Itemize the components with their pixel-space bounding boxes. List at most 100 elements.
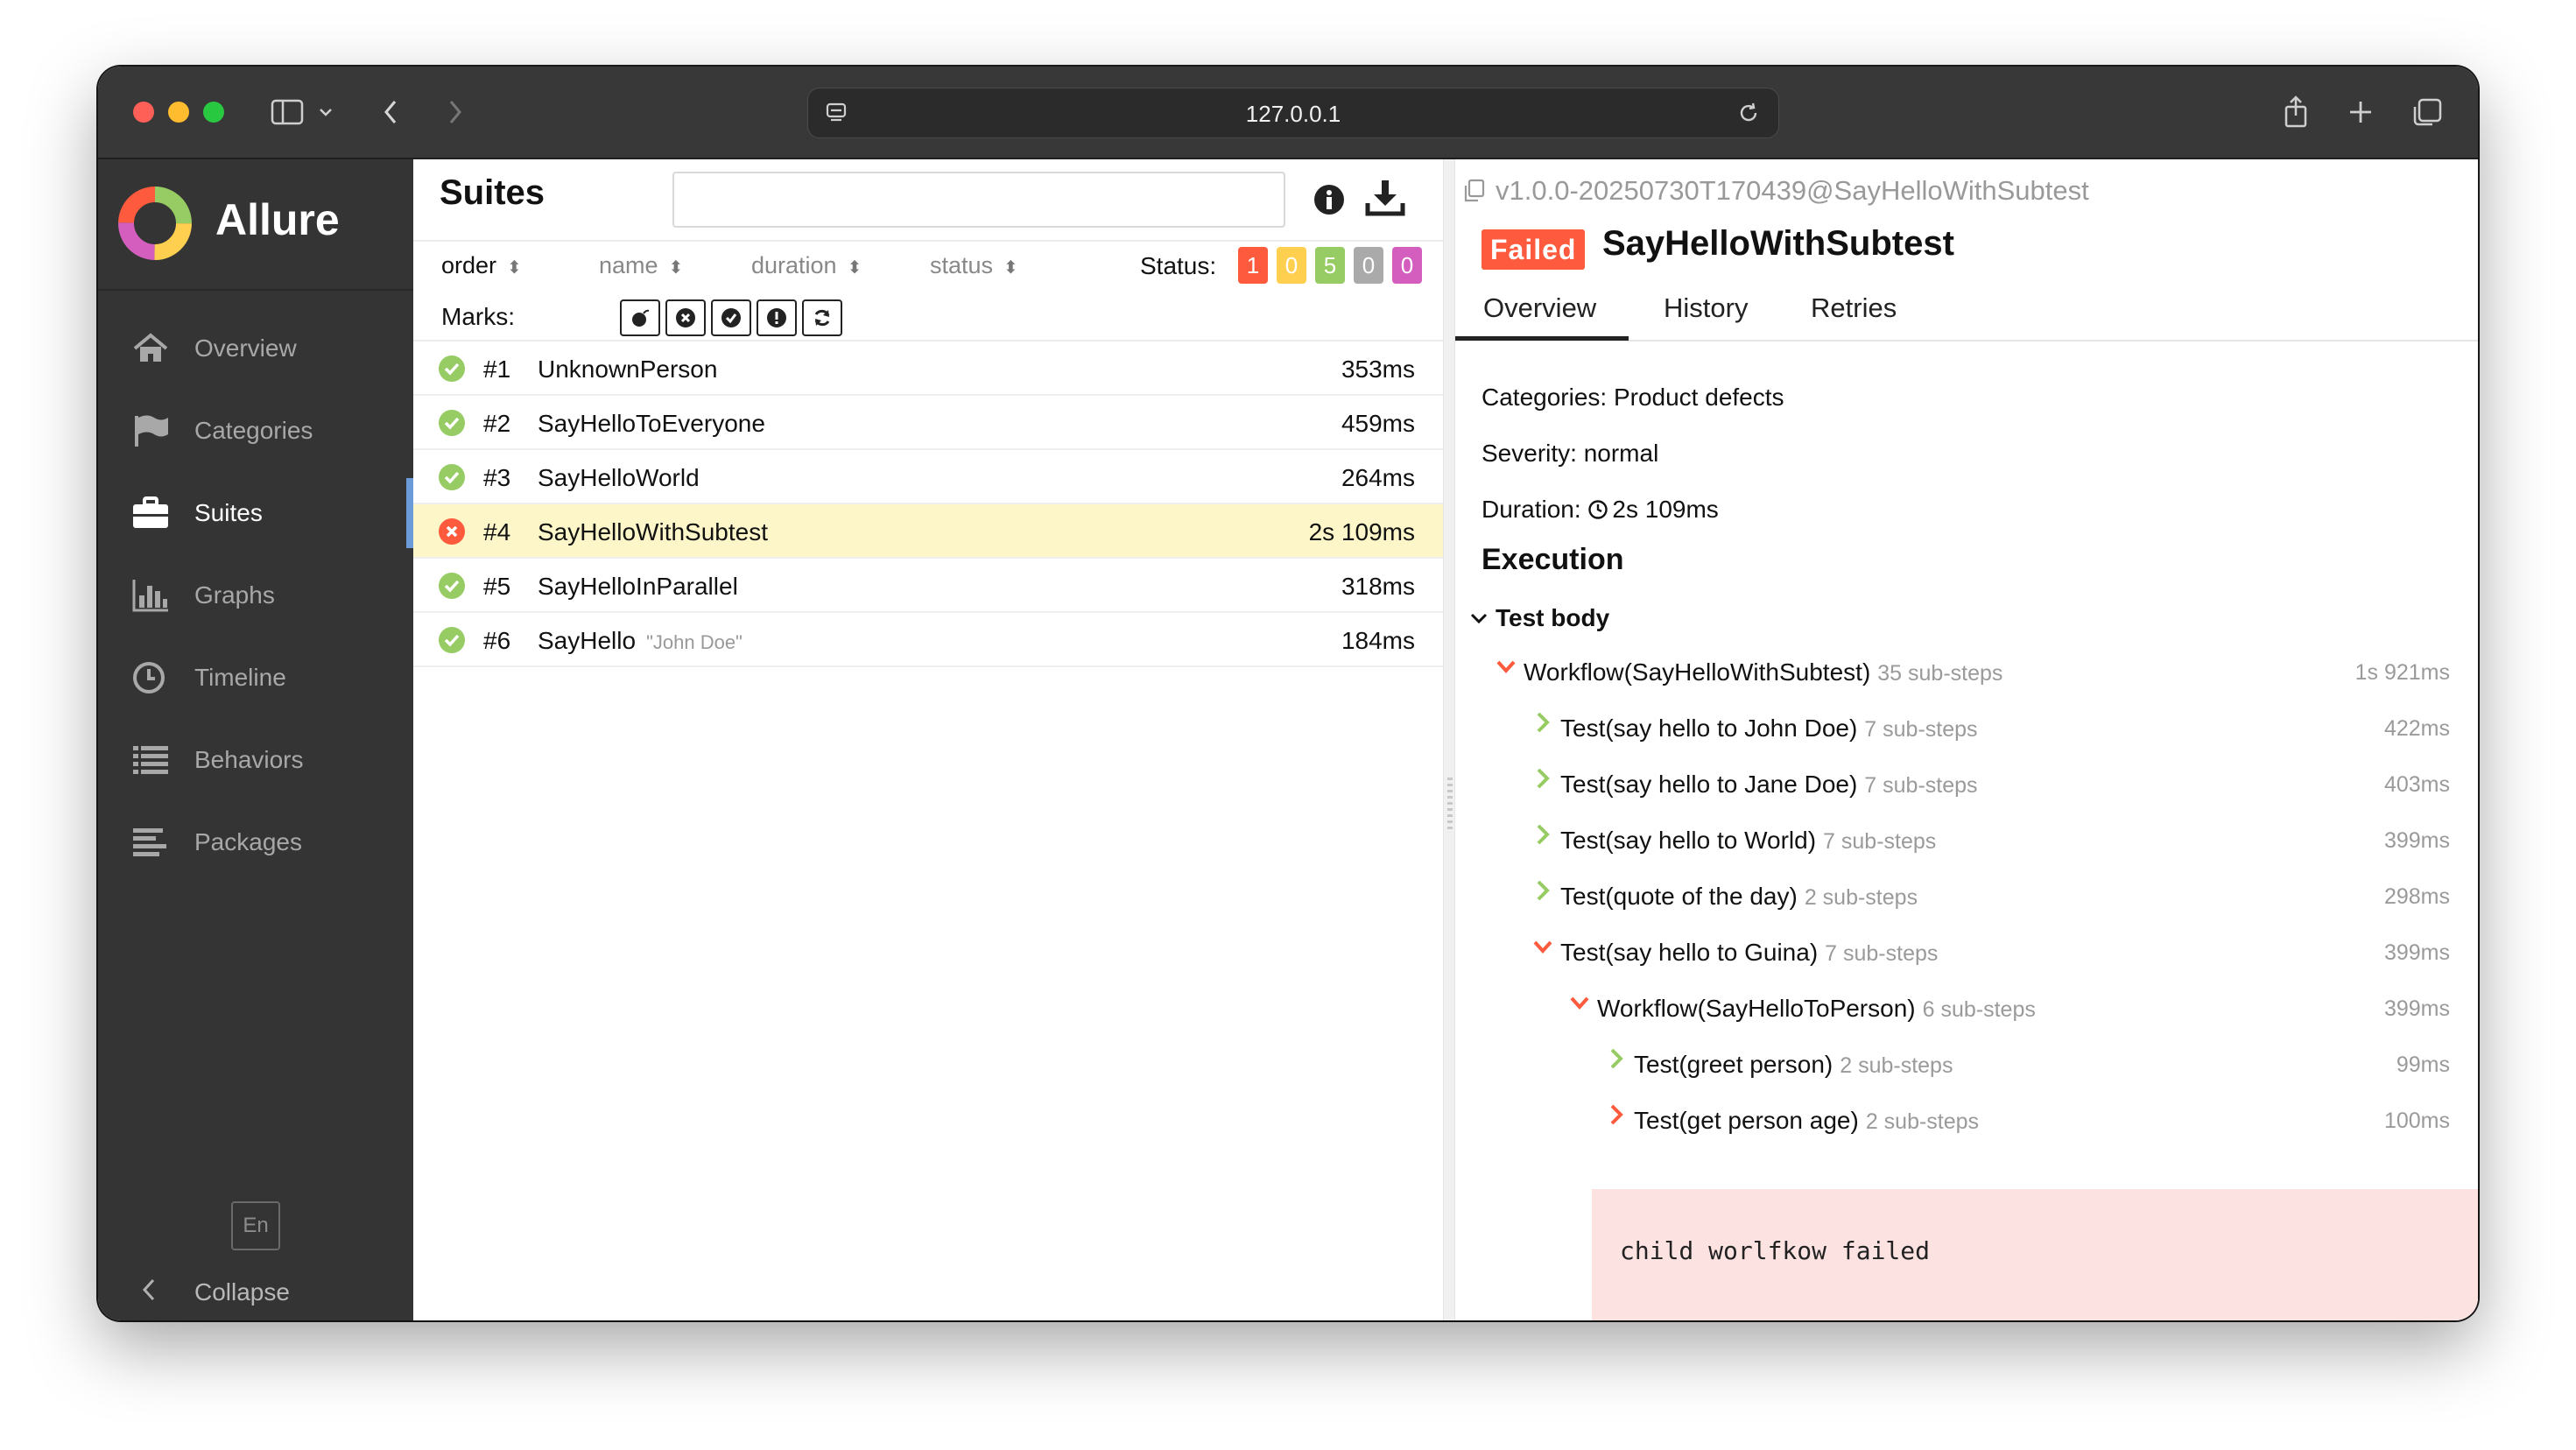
step-row[interactable]: Test(say hello to Jane Doe) 7 sub-steps 40… <box>1455 758 2478 811</box>
chevron-right-icon <box>1537 712 1550 733</box>
search-input[interactable] <box>672 172 1285 228</box>
sidebar-item-label: Overview <box>194 334 297 362</box>
reload-icon[interactable] <box>1735 99 1763 127</box>
sort-by-order[interactable]: order ⬍ <box>441 252 522 279</box>
sort-by-duration[interactable]: duration ⬍ <box>751 252 862 279</box>
sidebar-toggle-icon[interactable] <box>270 93 305 131</box>
sidebar-item-packages[interactable]: Packages <box>98 807 413 877</box>
test-row[interactable]: #3 SayHelloWorld 264ms <box>413 450 1443 504</box>
status-filter-skipped[interactable]: 0 <box>1354 247 1383 284</box>
test-number: #6 <box>483 627 511 654</box>
step-name-text: Workflow(SayHelloToPerson) <box>1597 995 1916 1022</box>
step-row[interactable]: Workflow(SayHelloToPerson) 6 sub-steps 399… <box>1455 982 2478 1035</box>
step-duration: 99ms <box>2396 1052 2450 1077</box>
step-row[interactable]: Test(get person age) 2 sub-steps 100ms <box>1455 1095 2478 1147</box>
collapse-sidebar-button[interactable]: Collapse <box>98 1264 413 1317</box>
sidebar-item-label: Suites <box>194 499 263 526</box>
language-switch-button[interactable]: En <box>231 1201 280 1250</box>
step-duration: 399ms <box>2383 940 2450 965</box>
forward-icon[interactable] <box>441 93 468 131</box>
step-row[interactable]: Test(say hello to Guina) 7 sub-steps 399ms <box>1455 926 2478 979</box>
sort-by-status[interactable]: status ⬍ <box>930 252 1018 279</box>
test-name: SayHelloWorld <box>538 464 700 491</box>
maximize-window-button[interactable] <box>203 102 224 123</box>
chevron-down-icon[interactable] <box>317 93 334 131</box>
status-badge: Failed <box>1482 229 1586 270</box>
sidebar-item-label: Behaviors <box>194 746 304 773</box>
exclamation-icon <box>767 308 786 327</box>
step-row[interactable]: Test(say hello to World) 7 sub-steps 399ms <box>1455 814 2478 867</box>
passed-status-icon <box>439 410 465 436</box>
close-window-button[interactable] <box>133 102 154 123</box>
step-name-text: Test(get person age) <box>1634 1107 1859 1134</box>
sidebar-item-categories[interactable]: Categories <box>98 396 413 466</box>
tab-overview[interactable]: Overview <box>1483 292 1596 324</box>
sidebar-item-behaviors[interactable]: Behaviors <box>98 725 413 795</box>
status-filter-failed[interactable]: 1 <box>1238 247 1268 284</box>
tab-history[interactable]: History <box>1664 292 1748 324</box>
back-icon[interactable] <box>378 93 405 131</box>
step-name-text: Test(say hello to John Doe) <box>1560 714 1858 742</box>
status-filter-unknown[interactable]: 0 <box>1392 247 1422 284</box>
step-name-text: Workflow(SayHelloWithSubtest) <box>1524 658 1871 686</box>
sidebar-item-label: Packages <box>194 828 302 855</box>
step-row[interactable]: Test(say hello to John Doe) 7 sub-steps 42… <box>1455 702 2478 755</box>
mark-new-broken-button[interactable] <box>757 299 797 336</box>
pane-resize-handle[interactable] <box>1443 159 1455 1320</box>
sidebar-item-graphs[interactable]: Graphs <box>98 560 413 630</box>
step-name: Test(get person age) 2 sub-steps <box>1634 1107 1979 1135</box>
step-substeps-count: 2 sub-steps <box>1840 1053 1953 1078</box>
mark-new-failed-button[interactable] <box>665 299 706 336</box>
tab-retries[interactable]: Retries <box>1811 292 1897 324</box>
step-substeps-count: 7 sub-steps <box>1823 829 1937 854</box>
new-tab-icon[interactable] <box>2345 93 2376 131</box>
chevron-down-icon <box>1533 940 1552 954</box>
test-row[interactable]: #1 UnknownPerson 353ms <box>413 341 1443 396</box>
sidebar-item-suites[interactable]: Suites <box>98 478 413 548</box>
download-icon[interactable] <box>1364 177 1406 219</box>
test-row-selected[interactable]: #4 SayHelloWithSubtest 2s 109ms <box>413 504 1443 559</box>
sidebar: Allure Overview Categories Suites Graphs… <box>98 159 413 1320</box>
status-filter-passed[interactable]: 5 <box>1315 247 1345 284</box>
status-filter-label: Status: <box>1140 252 1217 279</box>
check-circle-icon <box>721 308 741 327</box>
mark-retries-button[interactable] <box>802 299 842 336</box>
sidebar-item-overview[interactable]: Overview <box>98 313 413 384</box>
test-parameter: "John Doe" <box>646 631 743 653</box>
test-body-label: Test body <box>1496 604 1610 631</box>
test-row[interactable]: #2 SayHelloToEveryone 459ms <box>413 396 1443 450</box>
mark-new-passed-button[interactable] <box>711 299 751 336</box>
status-filter-broken[interactable]: 0 <box>1277 247 1306 284</box>
browser-window: 127.0.0.1 Allure Overview Categories Sui… <box>98 67 2478 1320</box>
test-row[interactable]: #6 SayHello "John Doe" 184ms <box>413 613 1443 667</box>
allure-logo-icon <box>118 187 192 260</box>
step-name: Test(say hello to Guina) 7 sub-steps <box>1560 939 1938 967</box>
share-icon[interactable] <box>2280 93 2312 131</box>
tab-overview-icon[interactable] <box>2410 93 2445 131</box>
info-icon[interactable] <box>1312 182 1347 217</box>
page-title: Suites <box>440 173 545 212</box>
step-row[interactable]: Test(greet person) 2 sub-steps 99ms <box>1455 1038 2478 1091</box>
step-row[interactable]: Workflow(SayHelloWithSubtest) 35 sub-step… <box>1455 646 2478 699</box>
copy-icon[interactable] <box>1460 177 1489 205</box>
chevron-down-icon <box>1496 660 1516 673</box>
sort-by-name[interactable]: name ⬍ <box>599 252 683 279</box>
mark-flaky-button[interactable] <box>620 299 660 336</box>
chevron-right-icon <box>1537 824 1550 845</box>
sidebar-item-timeline[interactable]: Timeline <box>98 643 413 713</box>
test-body-toggle[interactable]: Test body <box>1467 604 1609 632</box>
step-substeps-count: 7 sub-steps <box>1864 773 1978 798</box>
browser-toolbar: 127.0.0.1 <box>98 67 2478 159</box>
step-name: Test(greet person) 2 sub-steps <box>1634 1051 1953 1079</box>
chevron-down-icon <box>1570 996 1589 1010</box>
list-icon <box>133 746 168 774</box>
address-bar[interactable]: 127.0.0.1 <box>807 88 1779 138</box>
test-name: SayHelloWithSubtest <box>538 518 769 546</box>
test-duration: 2s 109ms <box>1308 518 1415 546</box>
step-duration: 298ms <box>2383 884 2450 909</box>
minimize-window-button[interactable] <box>168 102 189 123</box>
step-row[interactable]: Test(quote of the day) 2 sub-steps 298ms <box>1455 870 2478 923</box>
step-substeps-count: 6 sub-steps <box>1922 997 2036 1022</box>
test-duration: 353ms <box>1341 355 1415 383</box>
test-row[interactable]: #5 SayHelloInParallel 318ms <box>413 559 1443 613</box>
